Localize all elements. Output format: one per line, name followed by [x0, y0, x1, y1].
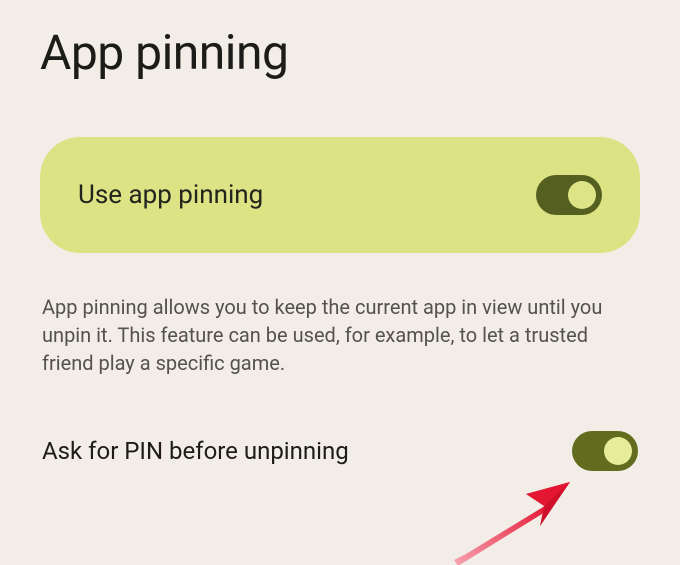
ask-for-pin-toggle[interactable]	[572, 431, 638, 471]
ask-for-pin-label: Ask for PIN before unpinning	[42, 437, 349, 465]
annotation-arrow-icon	[448, 476, 578, 565]
app-pinning-description: App pinning allows you to keep the curre…	[40, 293, 640, 377]
use-app-pinning-toggle[interactable]	[536, 175, 602, 215]
page-title: App pinning	[40, 24, 640, 81]
toggle-thumb-icon	[568, 181, 596, 209]
toggle-thumb-icon	[604, 437, 632, 465]
ask-for-pin-row[interactable]: Ask for PIN before unpinning	[40, 431, 640, 471]
use-app-pinning-card[interactable]: Use app pinning	[40, 137, 640, 253]
use-app-pinning-label: Use app pinning	[78, 180, 263, 210]
